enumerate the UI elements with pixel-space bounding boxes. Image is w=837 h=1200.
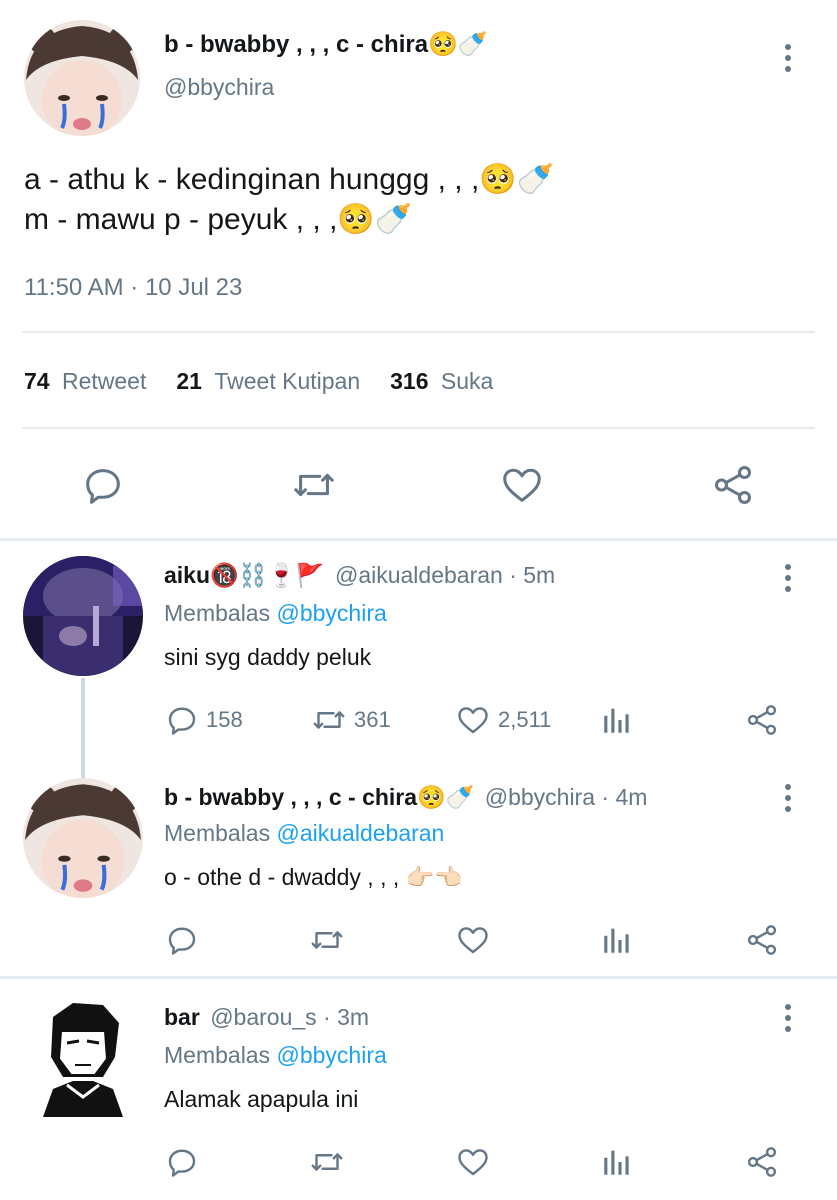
views-button[interactable] [600, 922, 634, 958]
replying-to-link[interactable]: @aikualdebaran [277, 820, 445, 846]
share-button[interactable] [710, 462, 756, 508]
comment-bubble-icon [168, 1149, 196, 1177]
reply-text: o - othe d - dwaddy , , , 👉🏻👈🏻 [164, 864, 463, 890]
heart-icon [458, 927, 488, 954]
reply-button[interactable] [164, 1144, 200, 1180]
replying-label: Membalas [164, 1042, 271, 1068]
like-button[interactable] [454, 922, 492, 958]
replying-to: Membalas @bbychira [164, 600, 387, 627]
more-vertical-icon [785, 44, 791, 50]
views-button[interactable] [600, 1144, 634, 1180]
more-vertical-icon [785, 564, 791, 570]
bar-chart-icon [604, 928, 629, 953]
reply-button[interactable] [164, 922, 200, 958]
tweet-stats: 74 Retweet 21 Tweet Kutipan 316 Suka [24, 368, 493, 395]
bar-chart-icon [604, 1150, 629, 1175]
reply-text: Alamak apapula ini [164, 1086, 359, 1112]
more-options-button[interactable] [776, 778, 800, 818]
display-name[interactable]: b - bwabby , , , c - chira🥺🍼 [164, 784, 474, 810]
reply-header: bar @barou_s · 3m [164, 1004, 369, 1031]
retweet-button[interactable] [290, 462, 338, 508]
tweet-text-line: a - athu k - kedinginan hunggg , , ,🥺🍼 [24, 163, 555, 196]
display-name[interactable]: aiku🔞⛓️🍷🚩 [164, 562, 325, 588]
comment-bubble-icon [86, 469, 120, 504]
handle[interactable]: @bbychira [164, 74, 274, 101]
reply-button[interactable]: 158 [164, 702, 243, 738]
divider [22, 331, 815, 333]
handle-time[interactable]: @bbychira · 4m [485, 784, 648, 810]
like-button[interactable]: 2,511 [454, 702, 551, 738]
replying-to: Membalas @aikualdebaran [164, 820, 444, 847]
quotes-stat[interactable]: 21 Tweet Kutipan [176, 368, 360, 395]
retweet-button[interactable] [308, 1144, 346, 1180]
more-options-button[interactable] [776, 558, 800, 598]
share-icon [747, 1147, 777, 1177]
likes-stat[interactable]: 316 Suka [390, 368, 493, 395]
retweets-stat[interactable]: 74 Retweet [24, 368, 146, 395]
share-button[interactable] [744, 702, 780, 738]
reply-count: 158 [206, 707, 243, 732]
timestamp[interactable]: 11:50 AM · 10 Jul 23 [24, 274, 242, 302]
retweet-count: 361 [354, 707, 391, 732]
retweet-icon [311, 1153, 343, 1171]
share-button[interactable] [744, 922, 780, 958]
tweet-text: a - athu k - kedinginan hunggg , , ,🥺🍼 m… [24, 160, 554, 240]
tweet-text-line: m - mawu p - peyuk , , ,🥺🍼 [24, 203, 413, 236]
like-button[interactable] [454, 1144, 492, 1180]
handle-time[interactable]: @aikualdebaran · 5m [335, 562, 555, 588]
quotes-label: Tweet Kutipan [214, 368, 361, 394]
retweet-button[interactable]: 361 [310, 702, 391, 738]
retweets-count: 74 [24, 368, 50, 394]
section-divider [0, 538, 837, 541]
section-divider [0, 976, 837, 979]
replying-to-link[interactable]: @bbychira [277, 600, 387, 626]
like-button[interactable] [498, 462, 546, 508]
avatar[interactable] [23, 556, 143, 676]
views-button[interactable] [600, 702, 634, 738]
quotes-count: 21 [176, 368, 202, 394]
display-name[interactable]: b - bwabby , , , c - chira🥺🍼 [164, 30, 488, 59]
retweet-icon [311, 931, 343, 949]
reply-text: sini syg daddy peluk [164, 644, 372, 670]
share-icon [747, 925, 777, 955]
more-options-button[interactable] [776, 998, 800, 1038]
heart-icon [458, 1149, 488, 1176]
reply-header: b - bwabby , , , c - chira🥺🍼 @bbychira ·… [164, 784, 647, 811]
share-button[interactable] [744, 1144, 780, 1180]
comment-bubble-icon [168, 707, 196, 735]
thread-line [81, 678, 85, 778]
replying-label: Membalas [164, 820, 271, 846]
reply-button[interactable] [80, 462, 126, 508]
likes-count: 316 [390, 368, 429, 394]
retweet-button[interactable] [308, 922, 346, 958]
comment-bubble-icon [168, 927, 196, 955]
retweets-label: Retweet [61, 368, 147, 394]
heart-icon [458, 707, 488, 734]
replying-label: Membalas [164, 600, 271, 626]
display-name[interactable]: bar [164, 1004, 200, 1030]
more-vertical-icon [785, 1004, 791, 1010]
replying-to-link[interactable]: @bbychira [277, 1042, 387, 1068]
share-icon [747, 705, 777, 735]
avatar[interactable] [23, 997, 143, 1117]
more-options-button[interactable] [776, 38, 800, 78]
share-icon [714, 466, 752, 504]
like-count: 2,511 [498, 707, 552, 732]
replying-to: Membalas @bbychira [164, 1042, 387, 1069]
heart-icon [503, 468, 541, 502]
avatar[interactable] [24, 20, 140, 136]
avatar[interactable] [23, 778, 143, 898]
divider [22, 427, 815, 429]
retweet-icon [294, 473, 334, 497]
handle-time[interactable]: @barou_s · 3m [210, 1004, 369, 1030]
more-vertical-icon [785, 784, 791, 790]
bar-chart-icon [604, 708, 629, 733]
reply-header: aiku🔞⛓️🍷🚩 @aikualdebaran · 5m [164, 562, 555, 589]
retweet-icon [313, 711, 345, 729]
likes-label: Suka [440, 368, 494, 394]
